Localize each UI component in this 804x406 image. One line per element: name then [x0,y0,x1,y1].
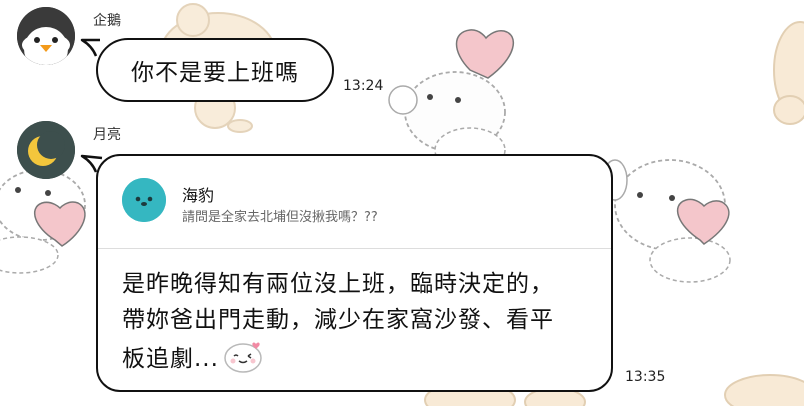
message-text-line-3-wrap: 板追劇... [122,339,263,373]
penguin-icon [17,7,75,65]
message-text-line-1: 是昨晚得知有兩位沒上班，臨時決定的， [122,271,554,297]
message-timestamp: 13:24 [343,78,384,94]
reply-sender-name: 海豹 [182,186,215,205]
smiling-rice-cake-emoji-icon [224,342,262,373]
message-timestamp: 13:35 [625,369,666,385]
sender-name: 企鵝 [93,13,121,29]
reply-divider [98,248,611,249]
message-bubble[interactable]: 你不是要上班嗎 [96,38,334,102]
crescent-moon-icon [17,121,75,179]
message-text: 你不是要上班嗎 [131,60,299,86]
sender-name: 月亮 [93,127,121,143]
seal-icon [122,178,166,222]
message-text-line-3: 板追劇... [122,346,219,372]
wallpaper-bear-right [773,21,804,125]
avatar[interactable] [17,7,75,65]
wallpaper-heart-top [455,29,514,79]
reply-avatar [122,178,166,222]
message-text-line-2: 帶妳爸出門走動，減少在家窩沙發、看平 [122,307,554,333]
reply-preview-text: 請問是全家去北埔但沒揪我嗎？?? [182,210,378,225]
avatar[interactable] [17,121,75,179]
message-bubble[interactable]: 海豹 請問是全家去北埔但沒揪我嗎？?? 是昨晚得知有兩位沒上班，臨時決定的， 帶… [96,154,613,392]
